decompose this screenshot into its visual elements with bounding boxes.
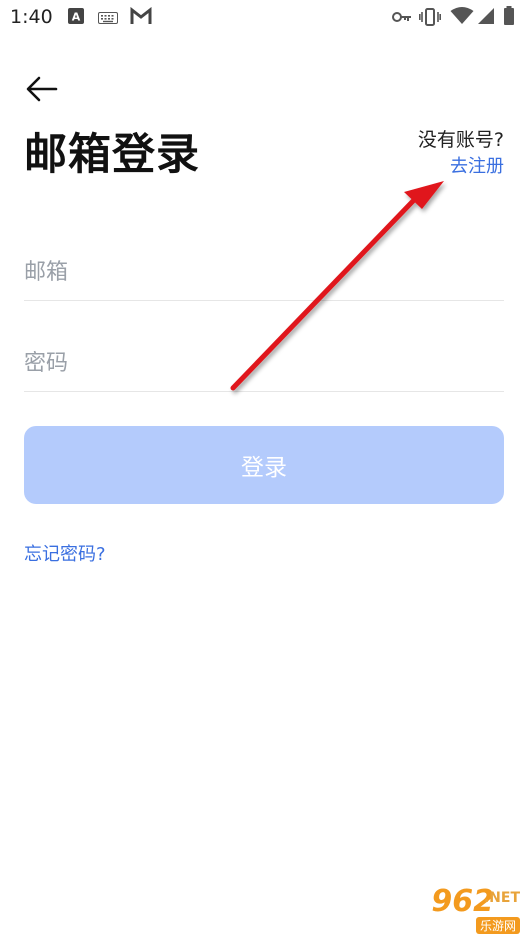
login-button[interactable]: 登录 [24,426,504,504]
register-link[interactable]: 去注册 [450,152,504,178]
keyboard-icon [98,12,118,24]
status-bar: 1:40 A [0,0,528,36]
forgot-password-link[interactable]: 忘记密码? [24,540,106,566]
font-download-icon: A [68,8,84,24]
watermark-suffix: .NET [483,890,520,906]
watermark-subtitle: 乐游网 [475,917,520,934]
svg-text:A: A [72,11,81,24]
page-title: 邮箱登录 [24,130,200,180]
gmail-icon [130,7,152,24]
vpn-key-icon [392,12,411,22]
email-field[interactable] [24,244,504,301]
vibrate-icon [419,8,441,26]
watermark: 962 .NET 乐游网 [398,884,522,934]
signal-icon [478,8,494,24]
battery-icon [504,6,514,25]
status-time: 1:40 [10,6,53,28]
no-account-text: 没有账号? [417,129,504,151]
back-button[interactable] [24,74,60,104]
arrow-left-icon [26,76,58,102]
wifi-icon [450,7,474,24]
password-field[interactable] [24,335,504,392]
